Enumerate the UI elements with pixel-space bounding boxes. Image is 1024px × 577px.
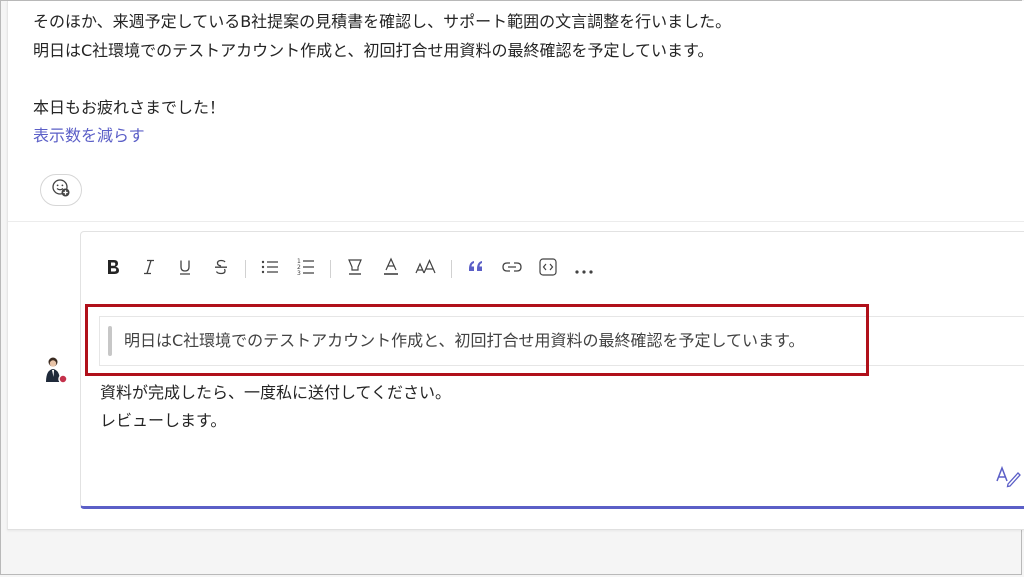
highlight-button[interactable] [337, 252, 373, 286]
font-size-icon [415, 258, 439, 280]
toolbar-separator [330, 260, 331, 278]
code-icon [538, 257, 558, 281]
message-line: 本日もお疲れさまでした！ [33, 98, 226, 117]
add-reaction-button[interactable] [40, 174, 82, 206]
underline-button[interactable] [167, 252, 203, 286]
quoted-text: 明日はC社環境でのテストアカウント作成と、初回打合せ用資料の最終確認を予定してい… [124, 331, 805, 350]
quote-bar [108, 326, 112, 356]
avatar[interactable] [44, 355, 70, 385]
show-less-link[interactable]: 表示数を減らす [33, 125, 145, 147]
svg-text:3: 3 [297, 270, 301, 277]
underline-icon [176, 258, 194, 280]
bold-icon [104, 258, 122, 280]
numbered-list-button[interactable]: 123 [288, 252, 324, 286]
composer-body-line[interactable]: 資料が完成したら、一度私に送付してください。 [100, 382, 451, 404]
more-options-button[interactable] [566, 252, 602, 286]
toolbar-separator [245, 260, 246, 278]
strikethrough-button[interactable] [203, 252, 239, 286]
font-color-icon [381, 257, 401, 281]
message-line: 明日はC社環境でのテストアカウント作成と、初回打合せ用資料の最終確認を予定してい… [33, 41, 714, 60]
message-card: そのほか、来週予定しているB社提案の見積書を確認し、サポート範囲の文言調整を行い… [7, 1, 1024, 530]
link-button[interactable] [494, 252, 530, 286]
bold-button[interactable] [95, 252, 131, 286]
add-reaction-icon [51, 178, 71, 202]
message-composer[interactable]: 123 明日はC社環境でのテストアカウント作成と、初回打合せ用資料の最終確認を予… [80, 231, 1024, 509]
quote-icon [466, 258, 486, 280]
message-line: そのほか、来週予定しているB社提案の見積書を確認し、サポート範囲の文言調整を行い… [33, 12, 732, 31]
bulleted-list-icon [260, 258, 280, 280]
quote-button[interactable] [458, 252, 494, 286]
toolbar-separator [451, 260, 452, 278]
italic-icon [140, 258, 158, 280]
window-frame: そのほか、来週予定しているB社提案の見積書を確認し、サポート範囲の文言調整を行い… [0, 0, 1024, 575]
composer-body-line[interactable]: レビューします。 [100, 410, 226, 432]
highlight-icon [345, 257, 365, 281]
link-icon [501, 258, 523, 280]
bulleted-list-button[interactable] [252, 252, 288, 286]
strikethrough-icon [212, 258, 230, 280]
code-button[interactable] [530, 252, 566, 286]
format-pen-icon [996, 464, 1022, 492]
formatting-pen-button[interactable] [995, 464, 1023, 492]
formatting-toolbar: 123 [95, 252, 602, 286]
italic-button[interactable] [131, 252, 167, 286]
divider [8, 221, 1024, 222]
more-icon [574, 260, 594, 279]
font-color-button[interactable] [373, 252, 409, 286]
font-size-button[interactable] [409, 252, 445, 286]
quoted-message[interactable]: 明日はC社環境でのテストアカウント作成と、初回打合せ用資料の最終確認を予定してい… [99, 316, 1024, 366]
numbered-list-icon: 123 [296, 257, 316, 281]
